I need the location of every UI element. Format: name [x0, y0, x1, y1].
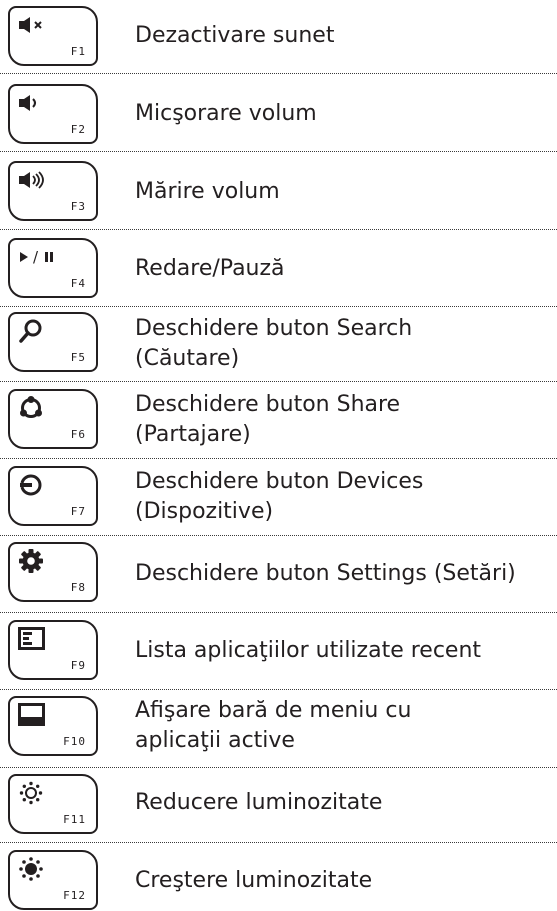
key-f8-label: F8	[70, 581, 86, 594]
description-line: Mărire volum	[135, 179, 280, 204]
shortcut-row-f3: F3 Mărire volum	[0, 161, 557, 221]
brightness-down-icon	[18, 780, 52, 806]
key-f5-label: F5	[70, 351, 86, 364]
key-f7-label: F7	[70, 505, 86, 518]
shortcut-description: Lista aplicaţiilor utilizate recent	[135, 636, 481, 666]
dotted-separator	[0, 458, 557, 459]
key-f10-label: F10	[63, 735, 86, 748]
key-f1-label: F1	[70, 45, 86, 58]
shortcut-row-f2: F2 Micşorare volum	[0, 84, 557, 144]
key-f11-label: F11	[63, 813, 86, 826]
shortcut-row-f11: F11 Reducere luminozitate	[0, 774, 557, 834]
key-f6: F6	[8, 389, 98, 449]
shortcut-row-f7: F7 Deschidere buton Devices (Dispozitive…	[0, 466, 557, 528]
shortcut-description: Deschidere buton Devices (Dispozitive)	[135, 467, 423, 527]
key-f3-label: F3	[70, 200, 86, 213]
shortcut-description: Micşorare volum	[135, 99, 317, 129]
shortcut-description: Deschidere buton Share (Partajare)	[135, 390, 400, 450]
description-line: Deschidere buton Search	[135, 316, 413, 341]
key-f1: F1	[8, 6, 98, 66]
shortcut-description: Reducere luminozitate	[135, 788, 382, 818]
description-line: Micşorare volum	[135, 101, 317, 126]
key-f2-label: F2	[70, 123, 86, 136]
description-line: Deschidere buton Share	[135, 392, 401, 417]
key-f7: F7	[8, 466, 98, 526]
dotted-separator	[0, 229, 557, 230]
dotted-separator	[0, 381, 557, 382]
dotted-separator	[0, 151, 557, 152]
key-f9: F9	[8, 620, 98, 680]
key-f3: F3	[8, 161, 98, 221]
key-f8: F8	[8, 542, 98, 602]
dotted-separator	[0, 612, 557, 613]
key-f9-label: F9	[70, 659, 86, 672]
shortcut-row-f10: F10 Afişare bară de meniu cu aplicaţii a…	[0, 696, 557, 758]
settings-gear-icon	[18, 548, 52, 574]
description-line: Lista aplicaţiilor utilizate recent	[135, 638, 482, 663]
description-line: Creştere luminozitate	[135, 868, 373, 893]
key-f4-label: F4	[70, 277, 86, 290]
devices-icon	[18, 472, 52, 498]
recent-apps-icon	[18, 626, 52, 652]
dotted-separator	[0, 306, 557, 307]
shortcut-row-f6: F6 Deschidere buton Share (Partajare)	[0, 389, 557, 451]
key-f10: F10	[8, 696, 98, 756]
key-f5: F5	[8, 312, 98, 372]
volume-up-icon	[18, 167, 52, 193]
dotted-separator	[0, 535, 557, 536]
description-line: Deschidere buton Devices	[135, 469, 424, 494]
shortcut-description: Redare/Pauză	[135, 254, 285, 284]
description-line: (Căutare)	[135, 346, 240, 371]
share-icon	[18, 395, 52, 421]
shortcut-row-f1: F1 Dezactivare sunet	[0, 6, 557, 66]
brightness-up-icon	[18, 856, 52, 882]
key-f12-label: F12	[63, 889, 86, 902]
shortcut-description: Deschidere buton Search (Căutare)	[135, 314, 412, 374]
play-pause-slash: /	[33, 248, 39, 266]
mute-icon	[18, 12, 52, 38]
dotted-separator	[0, 73, 557, 74]
shortcut-description: Deschidere buton Settings (Setări)	[135, 559, 516, 589]
shortcut-row-f5: F5 Deschidere buton Search (Căutare)	[0, 312, 557, 374]
description-line: aplicaţii active	[135, 728, 295, 753]
shortcut-row-f9: F9 Lista aplicaţiilor utilizate recent	[0, 620, 557, 680]
app-bar-icon	[18, 702, 52, 728]
shortcut-description: Creştere luminozitate	[135, 866, 372, 896]
key-f2: F2	[8, 84, 98, 144]
key-f6-label: F6	[70, 428, 86, 441]
shortcut-description: Mărire volum	[135, 177, 280, 207]
key-f12: F12	[8, 850, 98, 910]
dotted-separator	[0, 689, 557, 690]
shortcut-row-f8: F8 Deschidere buton Settings (Setări)	[0, 542, 557, 602]
description-line: Redare/Pauză	[135, 256, 285, 281]
dotted-separator	[0, 767, 557, 768]
key-f4: / F4	[8, 238, 98, 298]
description-line: (Partajare)	[135, 422, 251, 447]
description-line: Afişare bară de meniu cu	[135, 698, 412, 723]
description-line: (Dispozitive)	[135, 499, 274, 524]
shortcut-description: Dezactivare sunet	[135, 21, 334, 51]
description-line: Deschidere buton Settings (Setări)	[135, 561, 516, 586]
shortcut-row-f4: / F4 Redare/Pauză	[0, 238, 557, 298]
shortcut-row-f12: F12 Creştere luminozitate	[0, 850, 557, 910]
volume-down-icon	[18, 90, 52, 116]
key-f11: F11	[8, 774, 98, 834]
shortcut-description: Afişare bară de meniu cu aplicaţii activ…	[135, 696, 411, 756]
description-line: Dezactivare sunet	[135, 23, 335, 48]
play-pause-icon: /	[18, 244, 62, 270]
dotted-separator	[0, 842, 557, 843]
search-icon	[18, 318, 52, 344]
description-line: Reducere luminozitate	[135, 790, 383, 815]
